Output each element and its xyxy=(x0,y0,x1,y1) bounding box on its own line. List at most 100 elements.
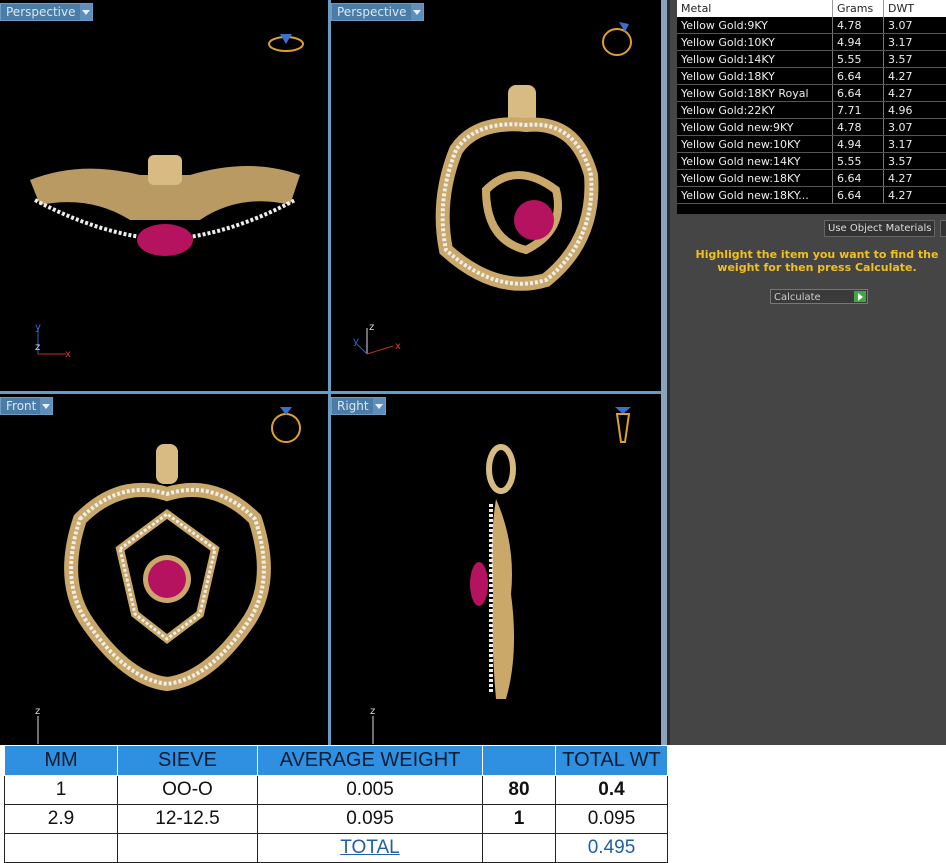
viewport-perspective-top[interactable]: Perspective y z x xyxy=(0,0,328,391)
column-header-count xyxy=(483,746,556,776)
cell-dwt[interactable]: 4.96 xyxy=(884,102,946,119)
cell-count: 1 xyxy=(483,805,556,834)
table-row[interactable]: Yellow Gold:18KY6.644.27 xyxy=(677,68,946,85)
column-header-dwt[interactable]: DWT xyxy=(884,0,946,17)
table-row[interactable]: Yellow Gold new:9KY4.783.07 xyxy=(677,119,946,136)
cell-sieve: OO-O xyxy=(118,776,258,805)
cell-dwt[interactable]: 4.27 xyxy=(884,68,946,85)
column-header-grams[interactable]: Grams xyxy=(833,0,884,17)
cell-metal[interactable]: Yellow Gold:10KY xyxy=(677,34,833,51)
cell-dwt[interactable]: 3.17 xyxy=(884,136,946,153)
cell-metal[interactable]: Yellow Gold new:14KY xyxy=(677,153,833,170)
table-row[interactable]: Yellow Gold new:14KY5.553.57 xyxy=(677,153,946,170)
cell-dwt[interactable]: 4.27 xyxy=(884,85,946,102)
viewport-right[interactable]: Right z xyxy=(331,394,661,745)
ring-side-icon xyxy=(603,404,643,444)
cell-grams[interactable]: 5.55 xyxy=(833,51,884,68)
metal-table-scroll-edge[interactable] xyxy=(677,204,946,214)
table-row-total: TOTAL 0.495 xyxy=(5,834,668,863)
cell-average-weight: 0.095 xyxy=(258,805,483,834)
calculate-button[interactable]: Calculate xyxy=(770,289,868,304)
table-header-row: MM SIEVE AVERAGE WEIGHT TOTAL WT xyxy=(5,746,668,776)
ring-top-icon xyxy=(266,24,306,64)
chevron-down-icon[interactable] xyxy=(80,4,92,20)
cell-grams[interactable]: 6.64 xyxy=(833,68,884,85)
table-row[interactable]: Yellow Gold new:18KY6.644.27 xyxy=(677,170,946,187)
cell-metal[interactable]: Yellow Gold:22KY xyxy=(677,102,833,119)
total-link[interactable]: TOTAL xyxy=(258,834,483,863)
ring-angle-icon xyxy=(599,18,639,58)
viewport-perspective-angle[interactable]: Perspective z y x xyxy=(331,0,661,391)
column-header-sieve: SIEVE xyxy=(118,746,258,776)
viewport-label[interactable]: Front xyxy=(0,397,53,415)
cell-empty xyxy=(118,834,258,863)
cell-count: 80 xyxy=(483,776,556,805)
column-header-mm: MM xyxy=(5,746,118,776)
table-row[interactable]: Yellow Gold:18KY Royal6.644.27 xyxy=(677,85,946,102)
cell-grams[interactable]: 4.94 xyxy=(833,136,884,153)
table-row[interactable]: Yellow Gold:10KY4.943.17 xyxy=(677,34,946,51)
cell-empty xyxy=(483,834,556,863)
viewport-front[interactable]: Front z xyxy=(0,394,328,745)
cell-metal[interactable]: Yellow Gold:18KY Royal xyxy=(677,85,833,102)
chevron-down-icon[interactable] xyxy=(411,4,423,20)
cell-metal[interactable]: Yellow Gold:9KY xyxy=(677,17,833,34)
cell-dwt[interactable]: 4.27 xyxy=(884,187,946,204)
pendant-model-top xyxy=(20,145,310,265)
cell-mm: 2.9 xyxy=(5,805,118,834)
cell-grams[interactable]: 6.64 xyxy=(833,85,884,102)
panel-option-button[interactable] xyxy=(940,220,946,237)
axis-gizmo: y z x xyxy=(32,318,77,367)
diamond-weight-table: MM SIEVE AVERAGE WEIGHT TOTAL WT 1 OO-O … xyxy=(4,745,668,863)
chevron-down-icon[interactable] xyxy=(373,398,385,414)
viewport-label[interactable]: Right xyxy=(331,397,386,415)
chevron-down-icon[interactable] xyxy=(40,398,52,414)
cell-metal[interactable]: Yellow Gold new:18KY xyxy=(677,170,833,187)
table-row[interactable]: Yellow Gold new:18KY...6.644.27 xyxy=(677,187,946,204)
cell-empty xyxy=(5,834,118,863)
svg-text:x: x xyxy=(395,341,401,352)
cell-dwt[interactable]: 3.07 xyxy=(884,17,946,34)
use-object-materials-button[interactable]: Use Object Materials xyxy=(824,220,935,237)
cell-total-wt: 0.095 xyxy=(556,805,668,834)
cell-metal[interactable]: Yellow Gold:18KY xyxy=(677,68,833,85)
cell-grams[interactable]: 5.55 xyxy=(833,153,884,170)
table-row[interactable]: Yellow Gold new:10KY4.943.17 xyxy=(677,136,946,153)
table-row[interactable]: Yellow Gold:14KY5.553.57 xyxy=(677,51,946,68)
cell-grams[interactable]: 6.64 xyxy=(833,187,884,204)
viewport-divider-vertical[interactable] xyxy=(328,0,331,745)
viewport-label-text: Perspective xyxy=(6,5,76,19)
cell-dwt[interactable]: 3.57 xyxy=(884,153,946,170)
total-value: 0.495 xyxy=(556,834,668,863)
svg-text:x: x xyxy=(65,349,71,360)
cell-grams[interactable]: 7.71 xyxy=(833,102,884,119)
cell-metal[interactable]: Yellow Gold:14KY xyxy=(677,51,833,68)
cell-metal[interactable]: Yellow Gold new:9KY xyxy=(677,119,833,136)
viewport-label-text: Front xyxy=(6,399,36,413)
table-row[interactable]: Yellow Gold:22KY7.714.96 xyxy=(677,102,946,119)
viewport-divider-horizontal[interactable] xyxy=(0,391,664,394)
viewport-label-text: Right xyxy=(337,399,369,413)
cell-dwt[interactable]: 3.17 xyxy=(884,34,946,51)
cell-metal[interactable]: Yellow Gold new:18KY... xyxy=(677,187,833,204)
cell-grams[interactable]: 4.78 xyxy=(833,119,884,136)
cell-mm: 1 xyxy=(5,776,118,805)
cell-average-weight: 0.005 xyxy=(258,776,483,805)
calculate-hint-text: Highlight the item you want to find the … xyxy=(682,248,946,274)
cell-dwt[interactable]: 3.57 xyxy=(884,51,946,68)
table-row[interactable]: Yellow Gold:9KY4.783.07 xyxy=(677,17,946,34)
viewport-label[interactable]: Perspective xyxy=(331,3,424,21)
cell-grams[interactable]: 4.78 xyxy=(833,17,884,34)
viewport-label[interactable]: Perspective xyxy=(0,3,93,21)
cell-metal[interactable]: Yellow Gold new:10KY xyxy=(677,136,833,153)
cell-grams[interactable]: 6.64 xyxy=(833,170,884,187)
cell-dwt[interactable]: 3.07 xyxy=(884,119,946,136)
cell-grams[interactable]: 4.94 xyxy=(833,34,884,51)
metal-weight-panel: Metal Grams DWT Yellow Gold:9KY4.783.07Y… xyxy=(667,0,946,745)
column-header-total-wt: TOTAL WT xyxy=(556,746,668,776)
metal-weight-table[interactable]: Metal Grams DWT Yellow Gold:9KY4.783.07Y… xyxy=(677,0,946,204)
play-icon xyxy=(854,291,866,302)
column-header-metal[interactable]: Metal xyxy=(677,0,833,17)
axis-gizmo: z xyxy=(32,704,52,745)
cell-dwt[interactable]: 4.27 xyxy=(884,170,946,187)
